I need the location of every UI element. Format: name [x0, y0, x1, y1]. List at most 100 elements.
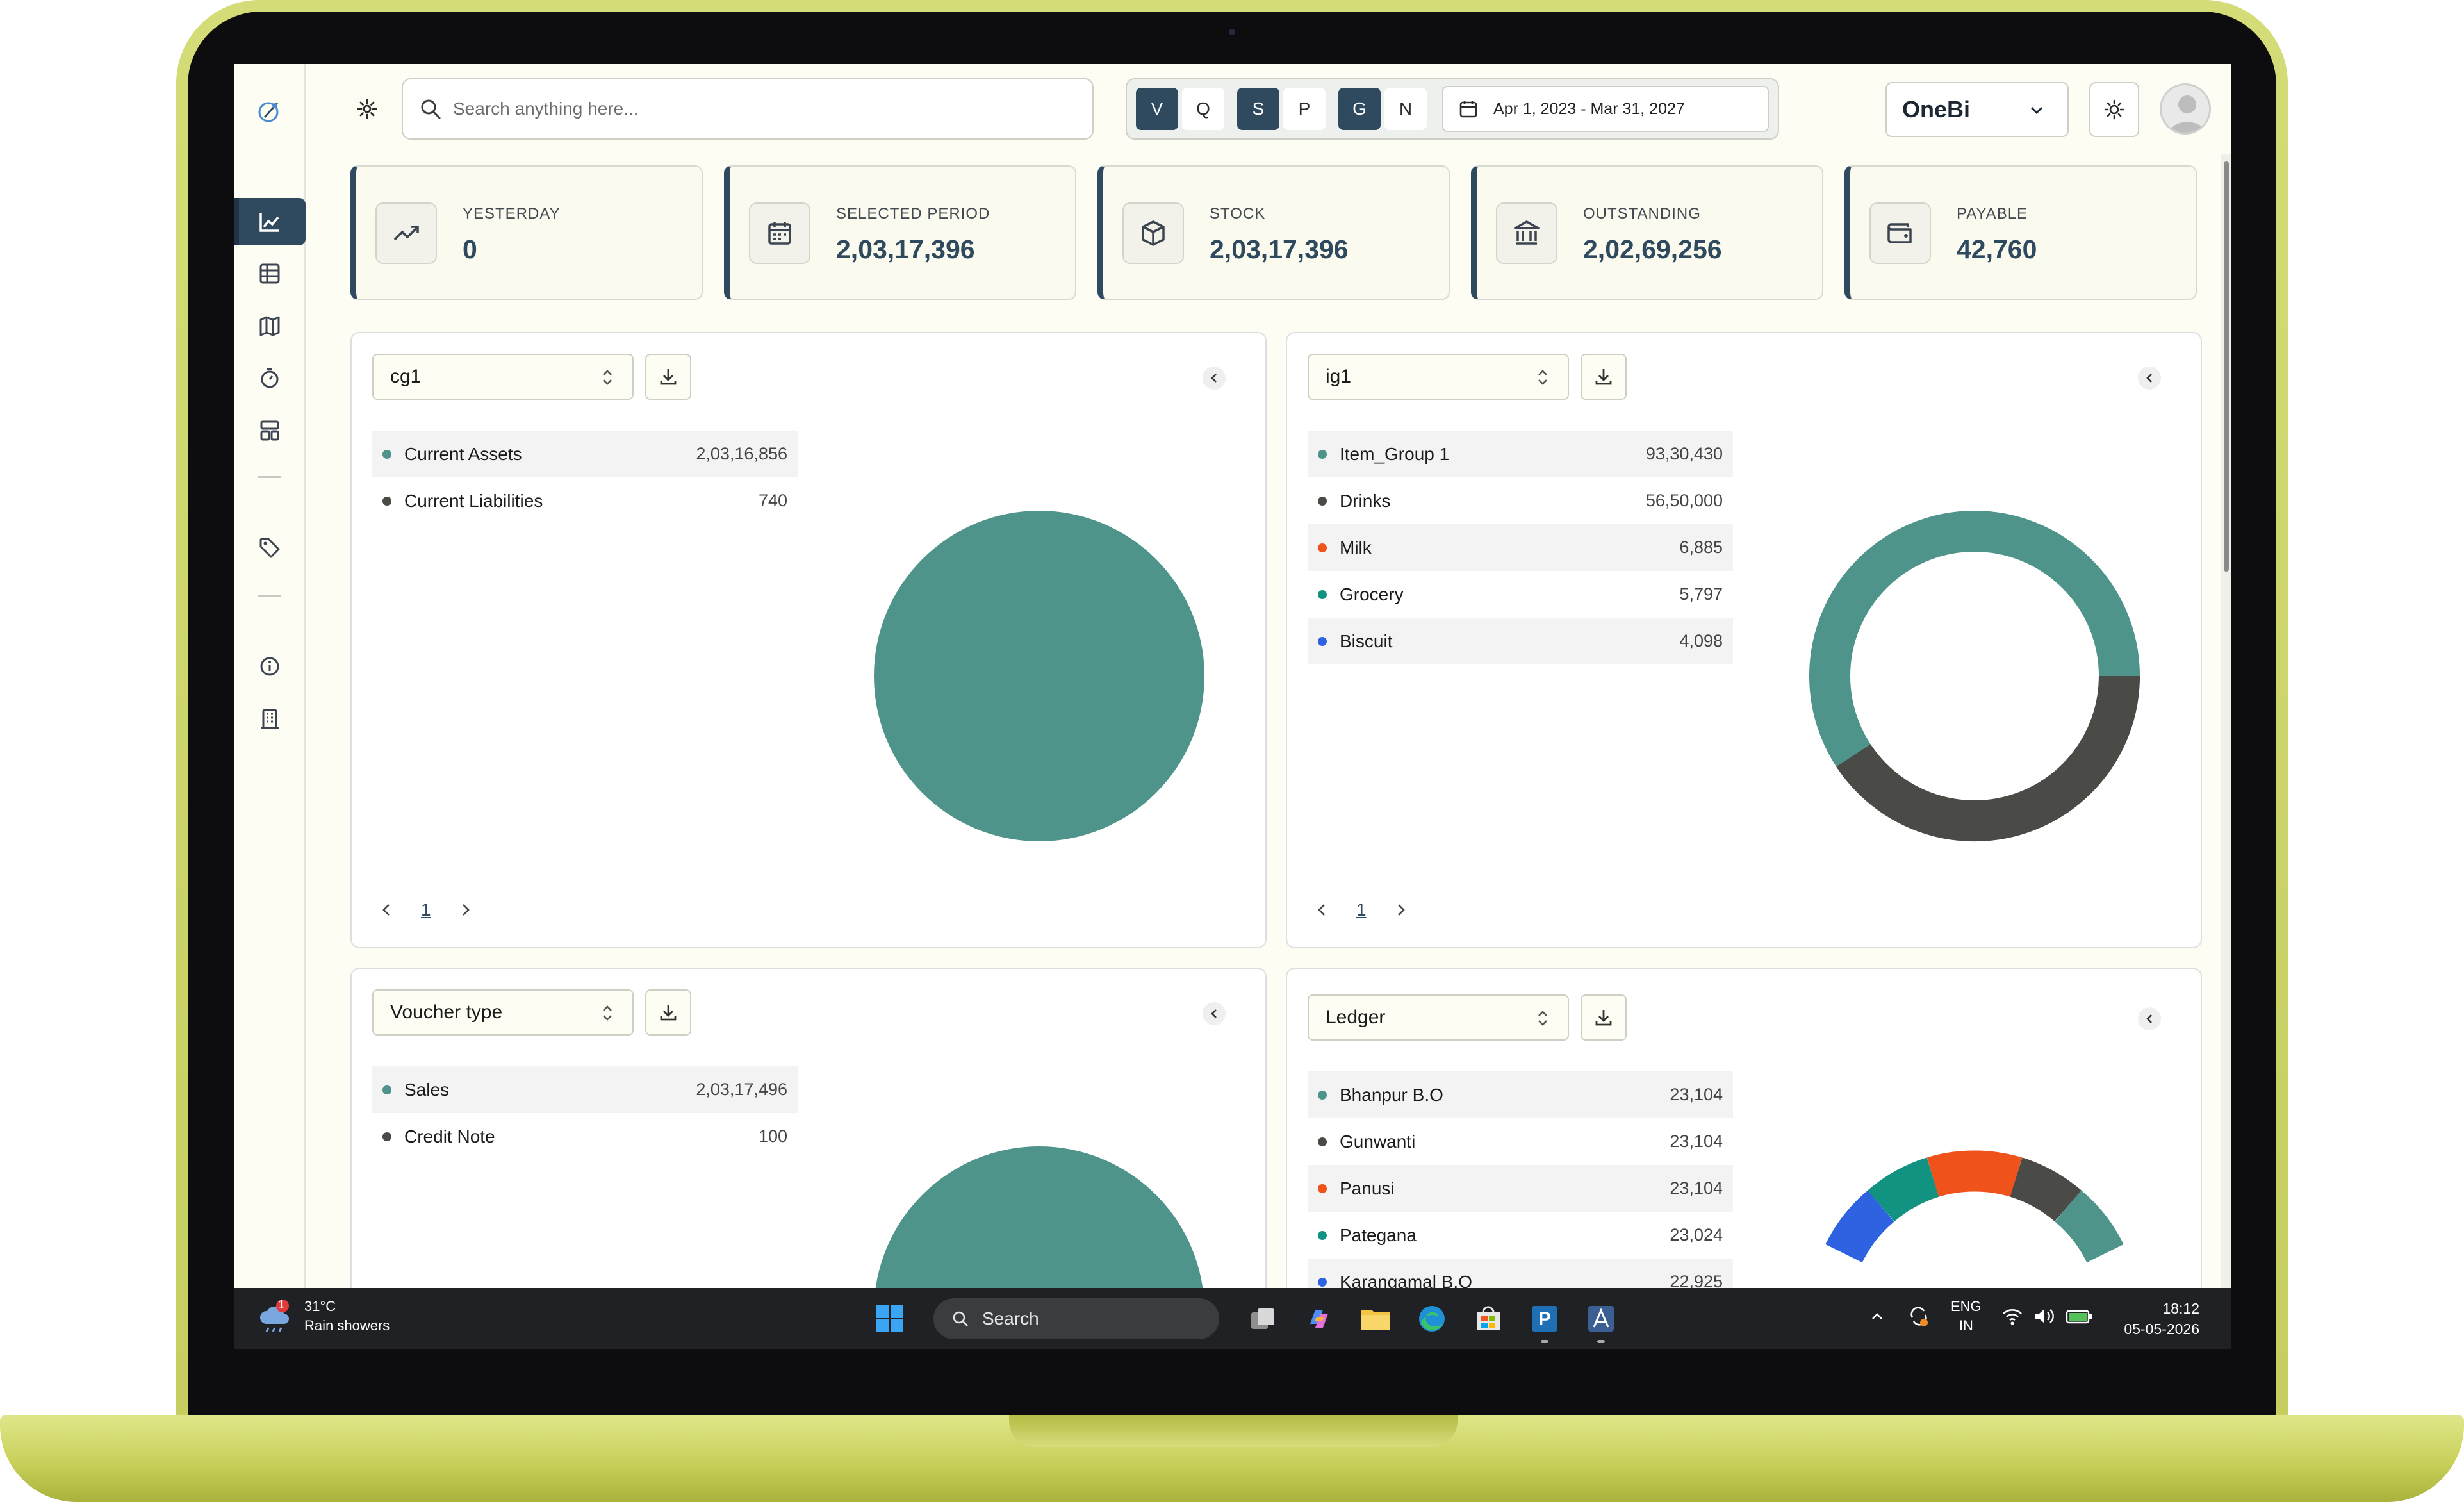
theme-toggle-button[interactable]	[2089, 82, 2139, 137]
store-button[interactable]	[1466, 1297, 1510, 1341]
edge-browser-button[interactable]	[1410, 1297, 1454, 1341]
sidebar-item-timer[interactable]	[234, 354, 306, 402]
legend-dot	[1318, 636, 1327, 646]
kpi-card-selected-period[interactable]: SELECTED PERIOD 2,03,17,396	[724, 165, 1076, 300]
group-select[interactable]: ig1	[1308, 354, 1569, 400]
list-item[interactable]: Milk 6,885	[1308, 524, 1733, 571]
list-item[interactable]: Item_Group 1 93,30,430	[1308, 431, 1733, 477]
sidebar-item-dashboard[interactable]	[234, 198, 306, 245]
next-page-icon[interactable]	[457, 901, 475, 919]
sidebar-item-company[interactable]	[234, 695, 306, 743]
volume-icon[interactable]	[2033, 1305, 2056, 1328]
filter-s-button[interactable]: S	[1237, 88, 1279, 130]
list-item[interactable]: Bhanpur B.O 23,104	[1308, 1071, 1733, 1118]
legend-dot	[1318, 1090, 1327, 1100]
list-item[interactable]: Gunwanti 23,104	[1308, 1118, 1733, 1165]
task-view-button[interactable]	[1241, 1297, 1285, 1341]
kpi-card-yesterday[interactable]: YESTERDAY 0	[350, 165, 703, 300]
chart-panel-ig1: ig1 Item_Group 1 93,30,430 Drinks 56,50,00…	[1286, 332, 2202, 948]
sidebar-item-map[interactable]	[234, 302, 306, 350]
app-logo-icon[interactable]	[234, 87, 306, 135]
company-select[interactable]: OneBi	[1885, 82, 2069, 137]
kpi-card-outstanding[interactable]: OUTSTANDING 2,02,69,256	[1471, 165, 1823, 300]
app-a-button[interactable]	[1579, 1297, 1623, 1343]
download-button[interactable]	[645, 354, 691, 400]
collapse-button[interactable]	[1203, 1002, 1226, 1025]
taskbar-search[interactable]: Search	[933, 1298, 1219, 1339]
list-item[interactable]: Sales 2,03,17,496	[372, 1066, 798, 1113]
store-icon	[1477, 1306, 1500, 1330]
filter-g-button[interactable]: G	[1338, 88, 1381, 130]
list-item[interactable]: Current Liabilities 740	[372, 477, 798, 524]
filter-n-button[interactable]: N	[1384, 88, 1427, 130]
page-number[interactable]: 1	[421, 900, 431, 920]
collapse-button[interactable]	[1203, 367, 1226, 390]
filter-q-button[interactable]: Q	[1182, 88, 1224, 130]
group-select-value: ig1	[1326, 366, 1352, 387]
group-select[interactable]: Ledger	[1308, 994, 1569, 1041]
download-button[interactable]	[645, 989, 691, 1036]
sidebar-item-tags[interactable]	[234, 524, 306, 572]
page-scrollbar[interactable]	[2221, 154, 2231, 1288]
kpi-card-payable[interactable]: PAYABLE 42,760	[1844, 165, 2197, 300]
windows-start-button[interactable]	[868, 1297, 912, 1341]
donut-slice[interactable]	[1868, 1157, 1940, 1222]
donut-slice[interactable]	[1836, 675, 2140, 842]
download-button[interactable]	[1581, 994, 1627, 1041]
download-button[interactable]	[1581, 354, 1627, 400]
chevron-up-icon[interactable]	[1868, 1307, 1887, 1326]
collapse-button[interactable]	[2138, 367, 2161, 390]
settings-button[interactable]	[350, 92, 384, 126]
weather-widget[interactable]: 1 31°C Rain showers	[257, 1297, 390, 1335]
wifi-icon[interactable]	[2001, 1305, 2024, 1328]
list-item[interactable]: Credit Note 100	[372, 1113, 798, 1160]
sync-icon[interactable]	[1906, 1303, 1932, 1329]
list-item[interactable]: Pategana 23,024	[1308, 1212, 1733, 1259]
collapse-button[interactable]	[2138, 1007, 2161, 1030]
donut-slice[interactable]	[2054, 1190, 2124, 1263]
battery-icon[interactable]	[2065, 1305, 2093, 1328]
legend-dot	[382, 1085, 391, 1094]
list-item[interactable]: Grocery 5,797	[1308, 571, 1733, 618]
scrollbar-thumb[interactable]	[2224, 161, 2229, 572]
kpi-value: 42,760	[1957, 235, 2037, 264]
search-box[interactable]	[402, 78, 1094, 140]
list-item[interactable]: Biscuit 4,098	[1308, 618, 1733, 664]
list-item[interactable]: Panusi 23,104	[1308, 1165, 1733, 1212]
filter-p-button[interactable]: P	[1283, 88, 1326, 130]
sidebar-item-layout[interactable]	[234, 407, 306, 454]
chevron-down-icon	[2030, 106, 2043, 115]
donut-chart[interactable]	[1805, 506, 2144, 846]
next-page-icon[interactable]	[1392, 901, 1410, 919]
app-p-button[interactable]: P	[1523, 1297, 1566, 1343]
group-select[interactable]: cg1	[372, 354, 634, 400]
date-range-picker[interactable]: Apr 1, 2023 - Mar 31, 2027	[1442, 86, 1769, 132]
sidebar-item-tables[interactable]	[234, 250, 306, 297]
list-item[interactable]: Current Assets 2,03,16,856	[372, 431, 798, 477]
donut-slice[interactable]	[2009, 1157, 2082, 1222]
system-clock[interactable]: 18:12 05-05-2026	[2124, 1298, 2199, 1339]
filter-v-button[interactable]: V	[1136, 88, 1178, 130]
donut-slice[interactable]	[1926, 1150, 2023, 1197]
sort-updown-icon	[603, 370, 612, 385]
kpi-label: YESTERDAY	[463, 205, 561, 222]
kpi-card-stock[interactable]: STOCK 2,03,17,396	[1097, 165, 1450, 300]
row-name: Panusi	[1340, 1178, 1395, 1198]
sidebar-item-info[interactable]	[234, 643, 306, 690]
group-select[interactable]: Voucher type	[372, 989, 634, 1036]
sun-icon	[2104, 99, 2124, 120]
page-number[interactable]: 1	[1356, 900, 1367, 920]
copilot-button[interactable]	[1297, 1297, 1341, 1341]
avatar[interactable]	[2160, 83, 2211, 135]
pie-chart[interactable]	[869, 506, 1209, 846]
row-name: Bhanpur B.O	[1340, 1084, 1443, 1105]
language-indicator[interactable]: ENG IN	[1951, 1297, 1982, 1335]
list-item[interactable]: Drinks 56,50,000	[1308, 477, 1733, 524]
pie-slice[interactable]	[874, 511, 1204, 841]
donut-slice[interactable]	[1825, 1190, 1895, 1263]
search-input[interactable]	[453, 99, 1030, 119]
file-explorer-button[interactable]	[1354, 1297, 1397, 1341]
prev-page-icon[interactable]	[377, 901, 395, 919]
legend-dot	[382, 449, 391, 459]
prev-page-icon[interactable]	[1313, 901, 1331, 919]
